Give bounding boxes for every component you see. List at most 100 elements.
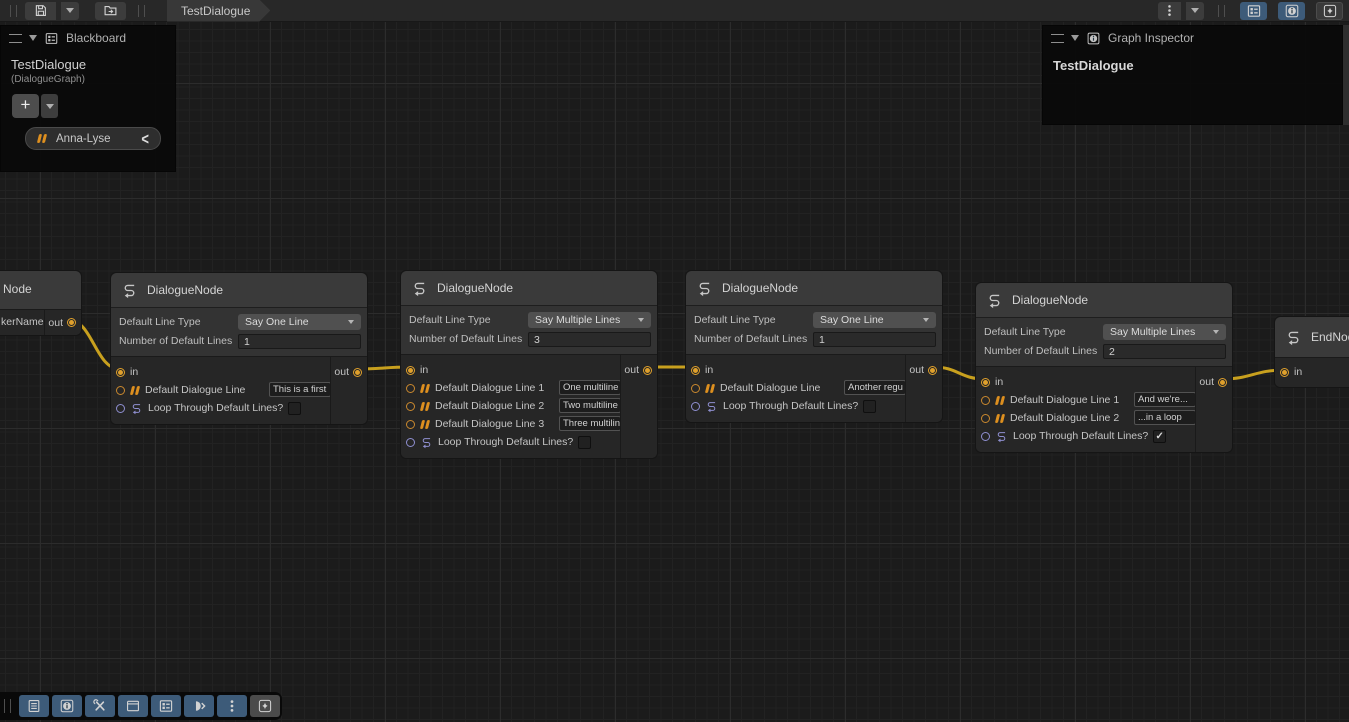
out-port[interactable] — [928, 366, 937, 375]
blackboard-panel[interactable]: Blackboard TestDialogue (DialogueGraph) … — [0, 25, 176, 172]
num-lines-field[interactable]: 1 — [813, 332, 936, 347]
line-type-dropdown[interactable]: Say One Line — [813, 312, 936, 328]
loop-checkbox[interactable] — [288, 402, 301, 415]
node-properties: Default Line Type Say Multiple Lines Num… — [976, 317, 1232, 366]
property-row: Default Line Type Say Multiple Lines — [401, 312, 651, 328]
blackboard-icon — [158, 698, 174, 714]
transition-toggle-button[interactable] — [184, 695, 214, 717]
drag-handle-icon[interactable] — [1051, 34, 1064, 43]
loop-checkbox[interactable]: ✓ — [1153, 430, 1166, 443]
add-variable-button[interactable]: + — [12, 94, 39, 118]
spark-toggle-button[interactable] — [1316, 2, 1343, 20]
open-asset-button[interactable] — [95, 2, 126, 20]
property-row: Default Line Type Say Multiple Lines — [976, 324, 1226, 340]
tab-testdialogue[interactable]: TestDialogue — [167, 0, 270, 22]
num-lines-field[interactable]: 1 — [238, 334, 361, 349]
dialogue-line-field[interactable]: Two multiline — [559, 398, 621, 413]
loop-icon — [705, 400, 718, 413]
dialogue-line-port[interactable] — [981, 414, 990, 423]
in-port[interactable] — [1280, 368, 1289, 377]
dialogue-node-4[interactable]: DialogueNode Default Line Type Say Multi… — [975, 282, 1233, 453]
graph-inspector-panel[interactable]: Graph Inspector TestDialogue — [1042, 25, 1343, 125]
blackboard-field-anna-lyse[interactable]: Anna-Lyse < — [25, 127, 161, 150]
loop-port[interactable] — [981, 432, 990, 441]
dialogue-line-field[interactable]: And we're... — [1134, 392, 1196, 407]
loop-port[interactable] — [116, 404, 125, 413]
port-label: Loop Through Default Lines? — [723, 400, 858, 412]
drag-handle-icon[interactable] — [9, 34, 22, 43]
console-icon — [26, 698, 42, 714]
num-lines-field[interactable]: 3 — [528, 332, 651, 347]
info-toggle-button[interactable] — [52, 695, 82, 717]
dialogue-line-port[interactable] — [406, 402, 415, 411]
start-node[interactable]: Node kerName out — [0, 270, 82, 336]
out-port[interactable] — [1218, 378, 1227, 387]
port-row: Default Dialogue Line This is a first — [111, 381, 330, 399]
blackboard-toggle-button[interactable] — [151, 695, 181, 717]
toolbar-drag-handle[interactable] — [4, 699, 11, 713]
dialogue-line-field[interactable]: Another regu — [844, 380, 906, 395]
window-toggle-button[interactable] — [118, 695, 148, 717]
quote-icon — [37, 134, 47, 143]
port-row: Default Dialogue Line 1 One multiline — [401, 379, 620, 397]
property-label: Number of Default Lines — [119, 335, 238, 347]
loop-port[interactable] — [691, 402, 700, 411]
dialogue-line-field[interactable]: This is a first — [269, 382, 331, 397]
line-type-dropdown[interactable]: Say One Line — [238, 314, 361, 330]
add-variable-options-button[interactable] — [41, 94, 58, 118]
dialogue-line-port[interactable] — [406, 384, 415, 393]
expander-chevron-icon[interactable]: < — [141, 129, 149, 149]
dialogue-line-field[interactable]: One multiline — [559, 380, 621, 395]
dialogue-line-port[interactable] — [691, 384, 700, 393]
loop-port[interactable] — [406, 438, 415, 447]
save-button[interactable] — [25, 2, 56, 20]
end-node[interactable]: EndNode in — [1274, 316, 1349, 388]
dialogue-node-2[interactable]: DialogueNode Default Line Type Say Multi… — [400, 270, 658, 459]
more-options-button[interactable] — [217, 695, 247, 717]
line-type-dropdown[interactable]: Say Multiple Lines — [528, 312, 651, 328]
console-toggle-button[interactable] — [19, 695, 49, 717]
num-lines-field[interactable]: 2 — [1103, 344, 1226, 359]
inspector-toggle-button[interactable] — [1278, 2, 1305, 20]
quote-icon — [420, 402, 430, 411]
spark-icon — [257, 698, 273, 714]
port-row: Default Dialogue Line 2 Two multiline — [401, 397, 620, 415]
out-port[interactable] — [67, 318, 76, 327]
blackboard-toggle-button[interactable] — [1240, 2, 1267, 20]
dialogue-line-field[interactable]: Three multilin — [559, 416, 621, 431]
port-label: Default Dialogue Line 1 — [435, 382, 544, 394]
port-row: in — [1275, 363, 1349, 381]
port-label: Default Dialogue Line 2 — [1010, 412, 1119, 424]
collapse-arrow-icon[interactable] — [29, 35, 37, 41]
options-caret-button[interactable] — [1186, 2, 1204, 20]
loop-icon — [130, 402, 143, 415]
dialogue-node-3[interactable]: DialogueNode Default Line Type Say One L… — [685, 270, 943, 423]
save-options-button[interactable] — [61, 2, 79, 20]
kebab-menu-icon — [224, 698, 240, 714]
in-port[interactable] — [691, 366, 700, 375]
dialogue-line-port[interactable] — [406, 420, 415, 429]
spark-toggle-button[interactable] — [250, 695, 280, 717]
tools-toggle-button[interactable] — [85, 695, 115, 717]
dialogue-line-port[interactable] — [981, 396, 990, 405]
loop-checkbox[interactable] — [863, 400, 876, 413]
in-port[interactable] — [981, 378, 990, 387]
line-type-dropdown[interactable]: Say Multiple Lines — [1103, 324, 1226, 340]
collapse-arrow-icon[interactable] — [1071, 35, 1079, 41]
node-title: DialogueNode — [1012, 293, 1088, 307]
inspector-header: Graph Inspector — [1043, 26, 1342, 50]
dialogue-line-field[interactable]: ...in a loop — [1134, 410, 1196, 425]
out-port[interactable] — [643, 366, 652, 375]
dialogue-node-1[interactable]: DialogueNode Default Line Type Say One L… — [110, 272, 368, 425]
panel-resize-strip[interactable] — [1343, 25, 1349, 125]
dropdown-value: Say Multiple Lines — [535, 314, 638, 326]
caret-down-icon — [46, 104, 54, 109]
out-port[interactable] — [353, 368, 362, 377]
dialogue-line-port[interactable] — [116, 386, 125, 395]
in-port[interactable] — [116, 368, 125, 377]
spark-icon — [1322, 3, 1338, 19]
loop-checkbox[interactable] — [578, 436, 591, 449]
loop-icon — [995, 430, 1008, 443]
options-menu-button[interactable] — [1158, 2, 1181, 20]
in-port[interactable] — [406, 366, 415, 375]
